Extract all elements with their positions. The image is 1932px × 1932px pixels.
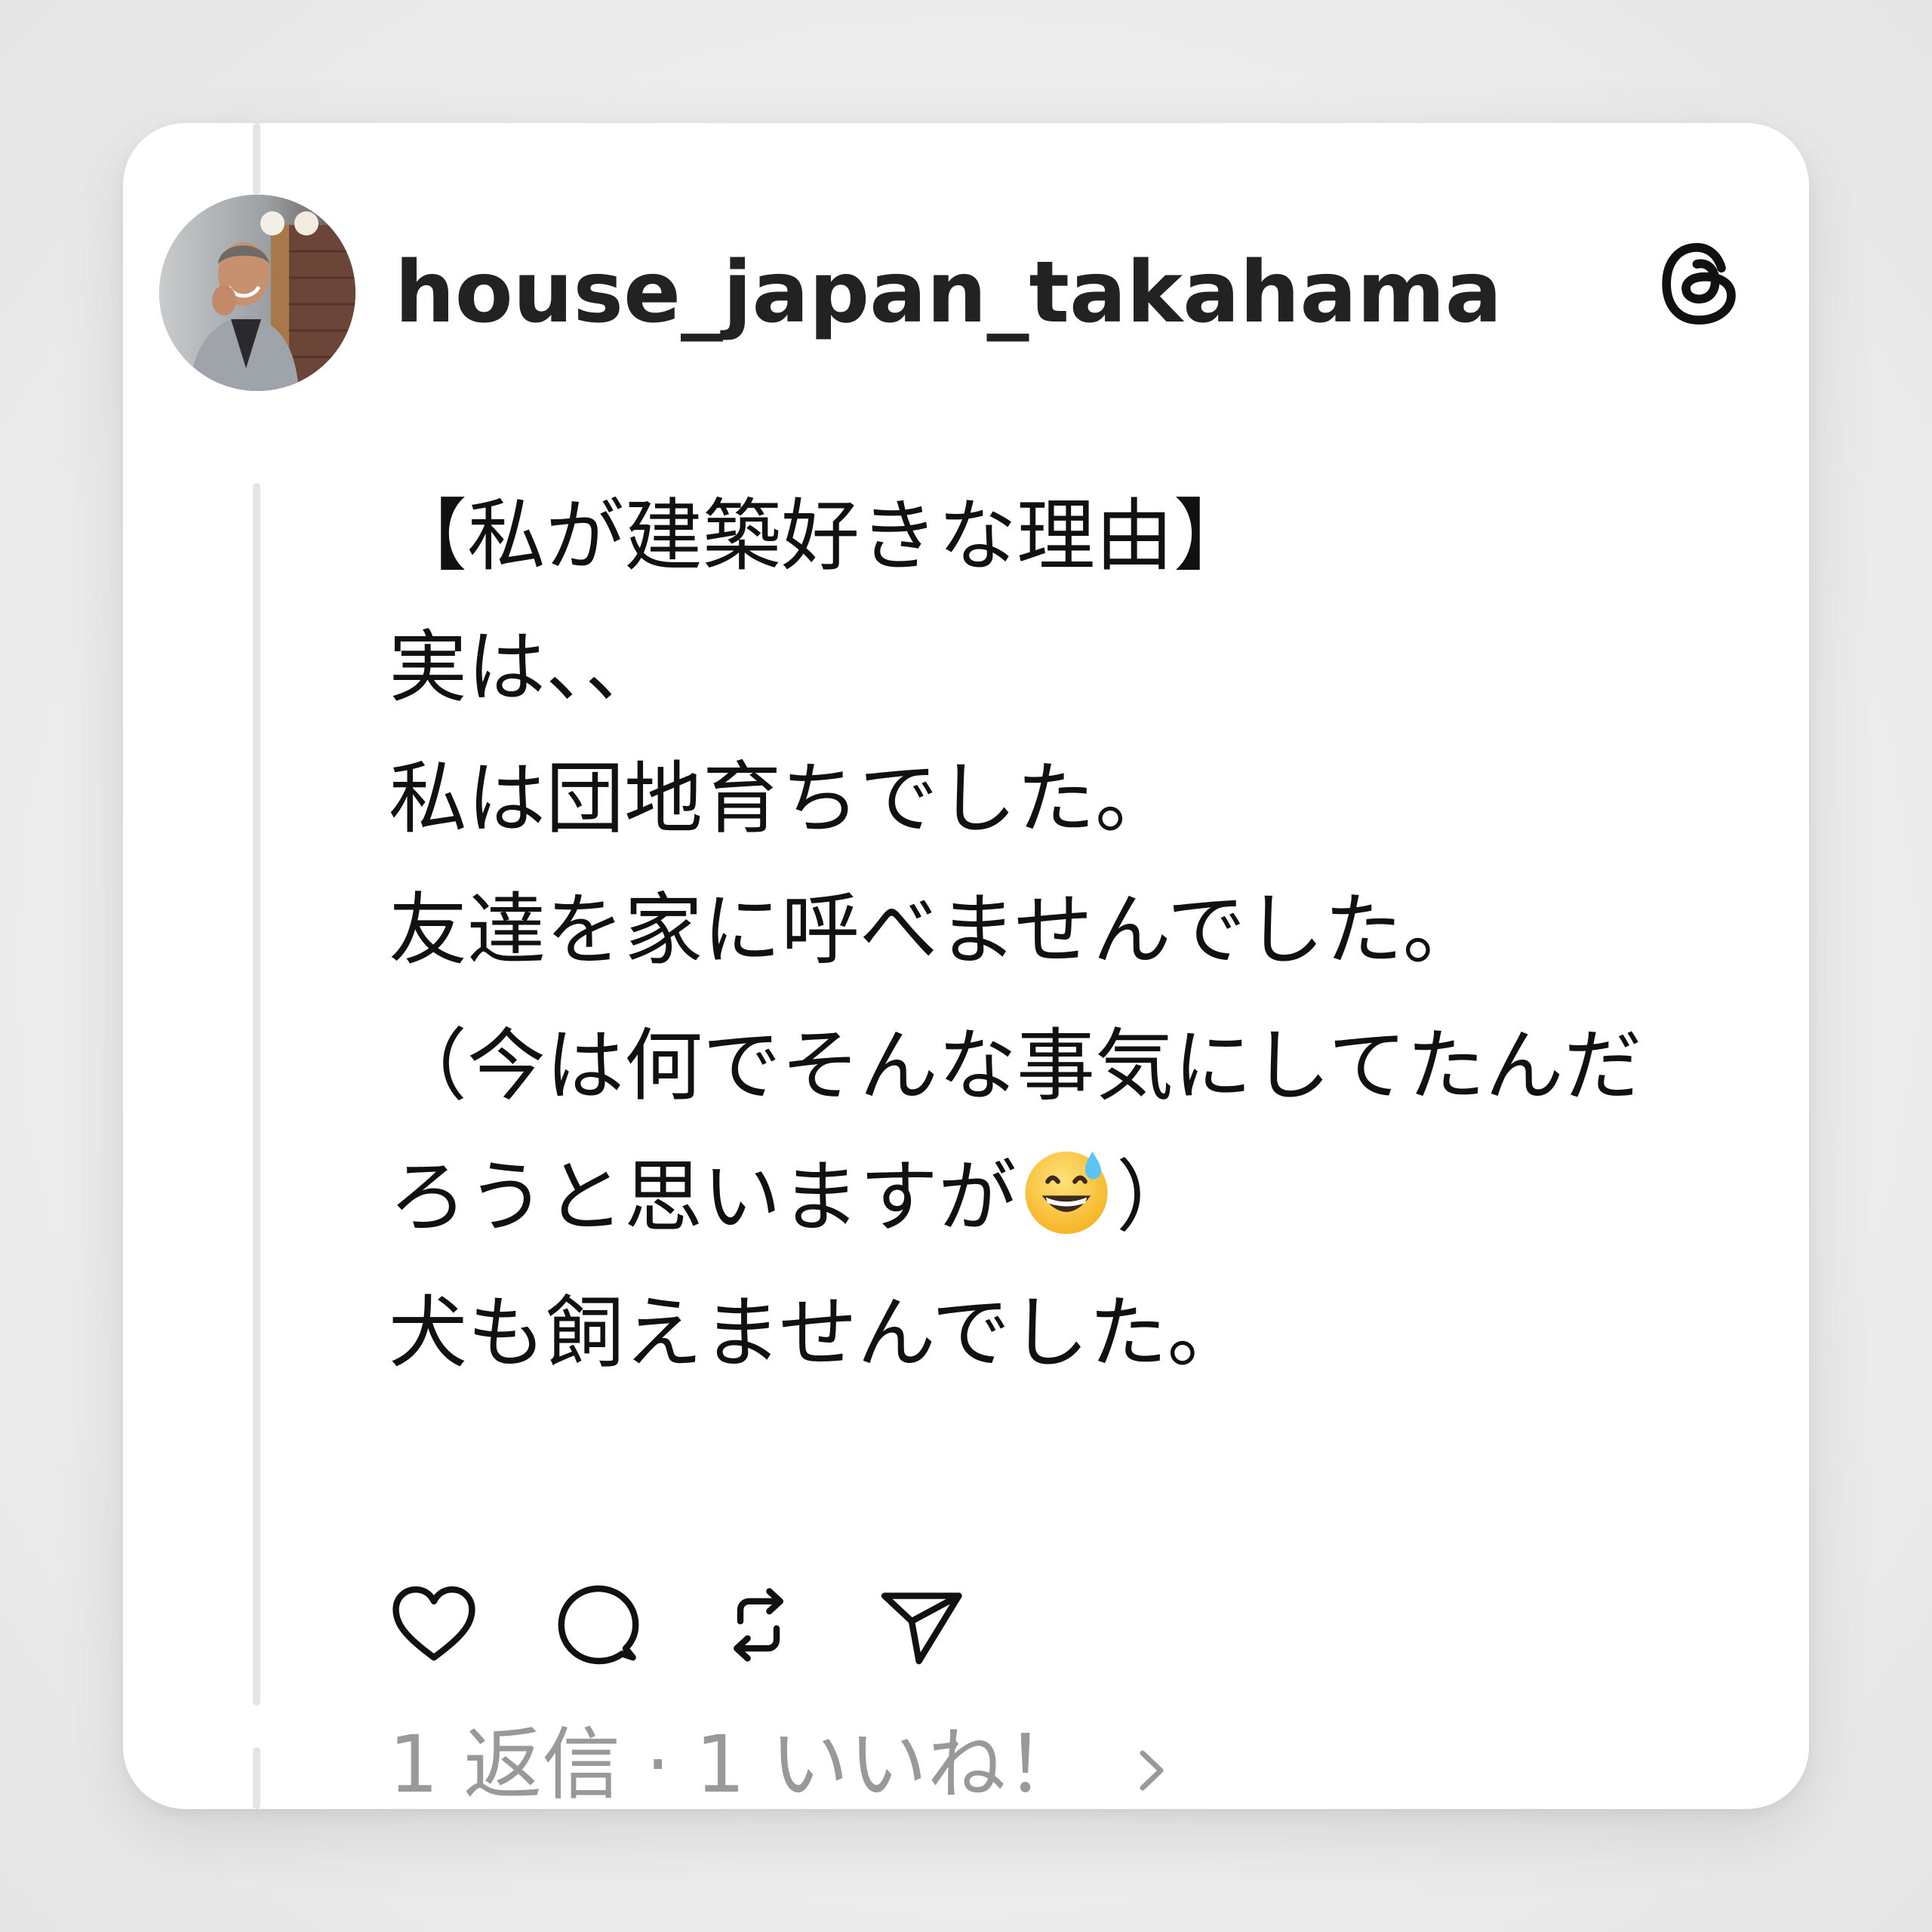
- thread-line-top: [253, 123, 260, 195]
- post-line: 【私が建築好きな理由】: [389, 490, 1253, 582]
- post-paragraph-2: （今は何でそんな事気にしてたんだ ろうと思いますが ）: [389, 1000, 1732, 1263]
- repost-icon[interactable]: [713, 1580, 804, 1670]
- reply-count[interactable]: 1 返信: [389, 1718, 620, 1809]
- post-line: 犬も飼えませんでした。: [389, 1287, 1246, 1379]
- avatar-photo: [159, 195, 355, 391]
- heart-icon[interactable]: [389, 1580, 479, 1670]
- send-icon[interactable]: [875, 1580, 966, 1670]
- chevron-right-icon[interactable]: [1135, 1714, 1170, 1809]
- post-line: 実は、、: [389, 621, 664, 713]
- post-line: 友達を家に呼べませんでした。: [389, 884, 1481, 976]
- avatar[interactable]: [159, 195, 355, 391]
- username[interactable]: house_japan_takahama: [395, 240, 1502, 346]
- threads-logo-icon[interactable]: [1653, 235, 1751, 333]
- post-line: 私は団地育ちでした。: [389, 752, 1174, 844]
- stats-separator: ·: [645, 1718, 671, 1809]
- post-line-text: ）: [1116, 1151, 1195, 1243]
- comment-icon[interactable]: [553, 1580, 644, 1670]
- post-stats[interactable]: 1 返信 · 1 いいね！: [389, 1712, 1170, 1809]
- post-line: （今は何でそんな事気にしてたんだ: [389, 1020, 1642, 1112]
- post-line-text: ろうと思いますが: [389, 1151, 1017, 1243]
- post-line-with-emoji: ろうと思いますが ）: [389, 1131, 1732, 1263]
- post-card: house_japan_takahama 【私が建築好きな理由】 実は、、 私は…: [123, 123, 1809, 1809]
- like-count[interactable]: 1 いいね！: [695, 1718, 1084, 1809]
- post-paragraph-3: 犬も飼えませんでした。: [389, 1267, 1732, 1398]
- grinning-face-with-sweat-icon: [1025, 1151, 1108, 1235]
- thread-line-bottom: [253, 1747, 260, 1809]
- thread-line: [253, 483, 260, 1706]
- post-body: 【私が建築好きな理由】 実は、、 私は団地育ちでした。 友達を家に呼べませんでし…: [389, 470, 1732, 1398]
- post-paragraph-1: 【私が建築好きな理由】 実は、、 私は団地育ちでした。 友達を家に呼べませんでし…: [389, 470, 1732, 995]
